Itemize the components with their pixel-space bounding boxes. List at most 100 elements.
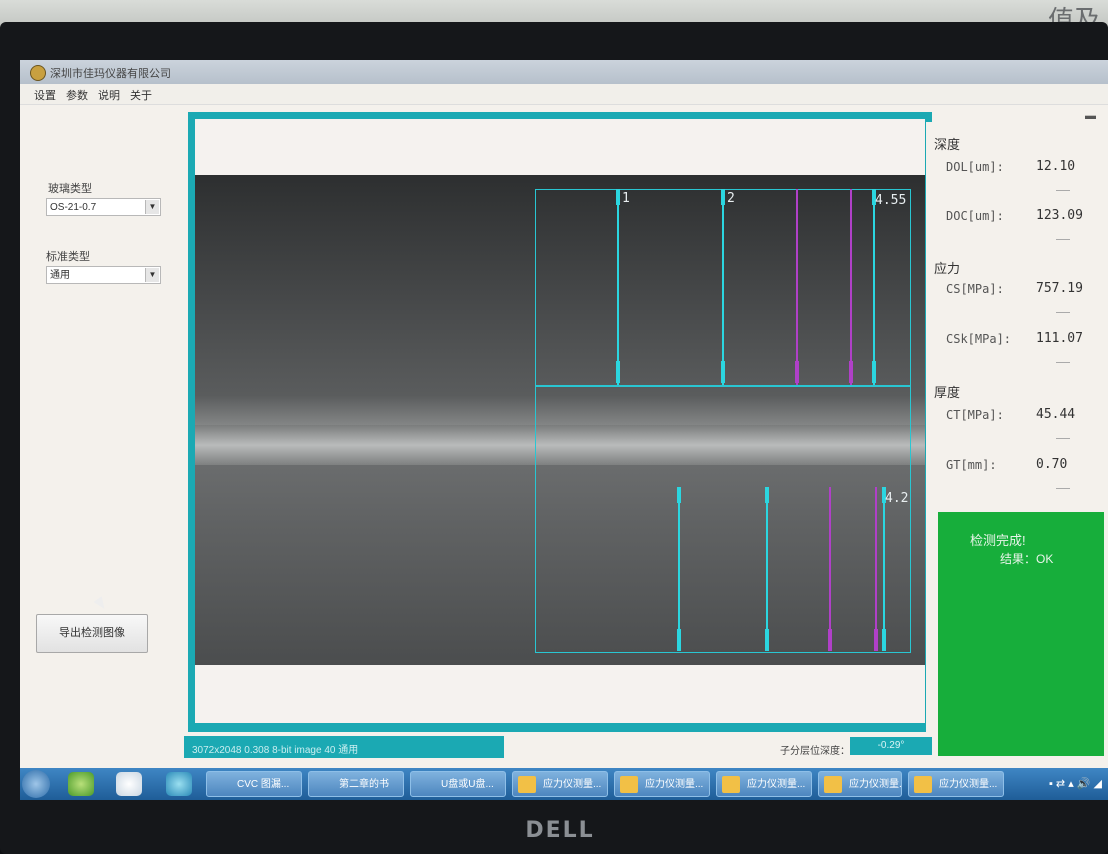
upper-tick	[616, 189, 620, 205]
upper-fringe-line-4	[850, 189, 852, 385]
title-bar: 深圳市佳玛仪器有限公司	[20, 60, 1108, 84]
taskbar-window[interactable]: 应力仪测量...	[614, 771, 710, 797]
upper-fringe-line-2	[722, 189, 724, 385]
taskbar-window-label: 应力仪测量...	[543, 779, 602, 790]
app-icon	[722, 776, 740, 793]
upper-fringe-label-2: 2	[727, 191, 735, 206]
upper-tick	[616, 361, 620, 383]
start-button[interactable]	[22, 770, 50, 798]
upper-tick	[795, 361, 799, 383]
standard-type-value: 通用	[50, 270, 70, 281]
csk-label: CSk[MPa]:	[946, 332, 1012, 346]
image-info-text: 3072x2048 0.308 8-bit image 40 通用	[192, 745, 359, 756]
gt-label: GT[mm]:	[946, 458, 997, 472]
upper-tick	[721, 189, 725, 205]
taskbar-window[interactable]: 应力仪测量...	[908, 771, 1004, 797]
lower-fringe-line-2	[766, 487, 768, 651]
app-icon	[824, 776, 842, 793]
menu-about[interactable]: 关于	[130, 87, 152, 103]
taskbar-window-label: 应力仪测量...	[849, 779, 902, 790]
chevron-down-icon[interactable]: ▼	[145, 200, 159, 214]
menu-help[interactable]: 说明	[98, 87, 120, 103]
lower-tick	[828, 629, 832, 651]
gt-divider	[1056, 488, 1070, 489]
ct-value: 45.44	[1036, 407, 1076, 422]
cs-divider	[1056, 312, 1070, 313]
upper-tick	[721, 361, 725, 383]
ct-label: CT[MPa]:	[946, 408, 1004, 422]
mouse-cursor-icon	[93, 596, 109, 612]
ct-divider	[1056, 438, 1070, 439]
glass-type-select[interactable]: OS-21-0.7 ▼	[46, 198, 161, 216]
lower-fringe-line-3	[829, 487, 831, 651]
taskbar-window-label: 应力仪测量...	[645, 779, 704, 790]
upper-tick	[849, 361, 853, 383]
taskbar-window[interactable]: 应力仪测量...	[818, 771, 902, 797]
taskbar-window[interactable]: 应力仪测量...	[716, 771, 812, 797]
lower-tick	[765, 487, 769, 503]
app-title: 深圳市佳玛仪器有限公司	[50, 68, 171, 80]
taskbar-window[interactable]: 第二章的书	[308, 771, 404, 797]
upper-fringe-line-5	[873, 189, 875, 385]
dol-value: 12.10	[1036, 159, 1076, 174]
standard-type-label: 标准类型	[46, 251, 90, 263]
image-viewer: 1 2 4.55 4.2	[195, 119, 925, 723]
depth-section-title: 深度	[934, 137, 961, 152]
cloud-app-icon[interactable]	[116, 772, 142, 796]
lower-fringe-line-1	[678, 487, 680, 651]
taskbar-window[interactable]: CVC 图漏...	[206, 771, 302, 797]
lower-tick	[874, 629, 878, 651]
app-icon	[518, 776, 536, 793]
lower-tick	[882, 629, 886, 651]
chevron-down-icon[interactable]: ▼	[145, 268, 159, 282]
lower-roi-box	[535, 385, 911, 653]
lower-tick	[677, 629, 681, 651]
gt-value: 0.70	[1036, 457, 1068, 472]
stress-section-title: 应力	[934, 261, 961, 276]
screen: 深圳市佳玛仪器有限公司 设置 参数 说明 关于 ▬ 玻璃类型 OS-21-0.7…	[20, 60, 1108, 800]
menu-params[interactable]: 参数	[66, 87, 88, 103]
export-image-button[interactable]: 导出检测图像	[36, 614, 148, 653]
taskbar-window[interactable]: 应力仪测量...	[512, 771, 608, 797]
taskbar-window[interactable]: U盘或U盘...	[410, 771, 506, 797]
doc-label: DOC[um]:	[946, 209, 1004, 223]
thickness-section-title: 厚度	[934, 385, 961, 400]
lower-tick	[677, 487, 681, 503]
measurement-panel: 深度 DOL[um]: 12.10 DOC[um]: 123.09 应力 CS[…	[926, 122, 1108, 762]
system-tray[interactable]: ▪ ⇄ ▴ 🔊 ◢	[1049, 777, 1102, 790]
cs-value: 757.19	[1036, 281, 1083, 296]
image-status-bar: 3072x2048 0.308 8-bit image 40 通用	[184, 736, 504, 758]
ie-icon[interactable]	[166, 772, 192, 796]
result-panel: 检测完成! 结果：OK	[938, 512, 1104, 756]
result-status: 检测完成!	[970, 533, 1026, 548]
glass-type-value: OS-21-0.7	[50, 202, 97, 213]
dol-label: DOL[um]:	[946, 160, 1004, 174]
app-icon	[620, 776, 638, 793]
csk-value: 111.07	[1036, 331, 1083, 346]
lower-tick	[765, 629, 769, 651]
glass-type-label: 玻璃类型	[48, 183, 92, 195]
lower-fringe-label: 4.2	[885, 491, 909, 506]
standard-type-select[interactable]: 通用 ▼	[46, 266, 161, 284]
app-logo-icon	[30, 65, 46, 81]
sublayer-depth-value: -0.29°	[850, 737, 932, 755]
upper-fringe-label-1: 1	[622, 191, 630, 206]
minimize-icon[interactable]: ▬	[1085, 110, 1096, 122]
upper-fringe-line-1	[617, 189, 619, 385]
monitor-brand-logo: DELL	[525, 818, 595, 843]
doc-value: 123.09	[1036, 208, 1083, 223]
menu-settings[interactable]: 设置	[34, 87, 56, 103]
lower-fringe-line-5	[883, 487, 885, 651]
taskbar: CVC 图漏... 第二章的书 U盘或U盘... 应力仪测量... 应力仪测量.…	[20, 768, 1108, 800]
menu-bar: 设置 参数 说明 关于 ▬	[20, 84, 1108, 122]
result-verdict: 结果：OK	[1000, 552, 1054, 566]
cs-label: CS[MPa]:	[946, 282, 1004, 296]
browser-icon[interactable]	[68, 772, 94, 796]
app-icon	[914, 776, 932, 793]
dol-divider	[1056, 190, 1070, 191]
sublayer-depth-label: 子分层位深度：	[780, 746, 850, 757]
taskbar-window-label: 应力仪测量...	[939, 779, 998, 790]
taskbar-window-label: 应力仪测量...	[747, 779, 806, 790]
upper-fringe-label-3: 4.55	[875, 193, 907, 208]
upper-tick	[872, 361, 876, 383]
